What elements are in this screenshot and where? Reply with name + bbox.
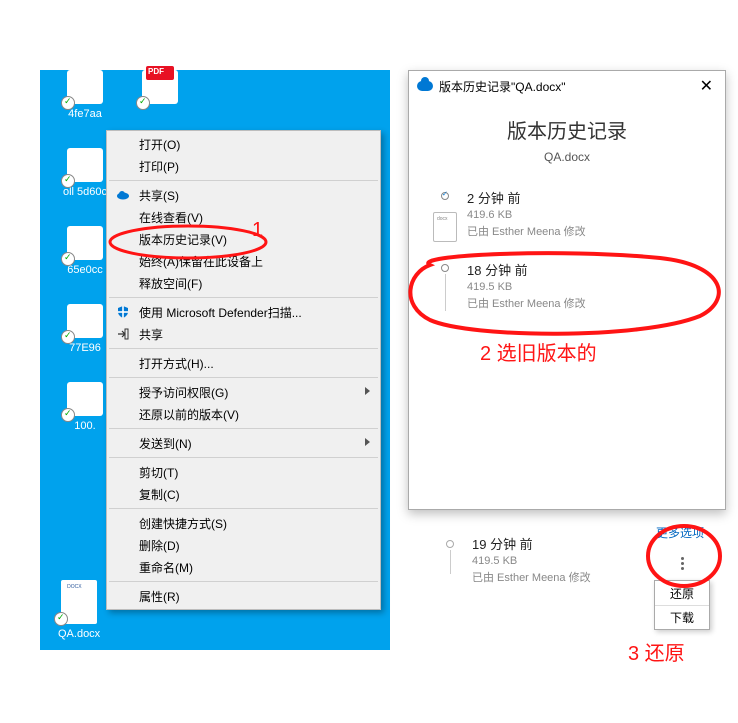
ctx-free-space[interactable]: 释放空间(F) [107, 272, 380, 294]
version-size: 419.5 KB [472, 555, 591, 567]
ctx-grant-access[interactable]: 授予访问权限(G) [107, 381, 380, 403]
menu-label: 打开方式(H)... [139, 355, 214, 372]
menu-label: 创建快捷方式(S) [139, 515, 227, 532]
file-label: 65e0cc [67, 264, 102, 276]
ctx-share2[interactable]: 共享 [107, 323, 380, 345]
menu-label: 属性(R) [139, 588, 180, 605]
menu-label: 删除(D) [139, 537, 180, 554]
separator [109, 297, 378, 298]
version-row-current[interactable]: 2 分钟 前 419.6 KB 已由 Esther Meena 修改 [409, 180, 725, 252]
timeline-dot-icon [446, 540, 454, 548]
version-action-menu: 还原 下载 [654, 580, 710, 630]
ctx-delete[interactable]: 删除(D) [107, 534, 380, 556]
ctx-version-history[interactable]: 版本历史记录(V) [107, 228, 380, 250]
ctx-create-shortcut[interactable]: 创建快捷方式(S) [107, 512, 380, 534]
ctx-properties[interactable]: 属性(R) [107, 585, 380, 607]
ctx-share[interactable]: 共享(S) [107, 184, 380, 206]
more-options-button[interactable] [666, 548, 698, 578]
version-history-panel: 版本历史记录"QA.docx" ✕ 版本历史记录 QA.docx 2 分钟 前 … [408, 70, 726, 510]
ctx-open[interactable]: 打开(O) [107, 133, 380, 155]
menu-label: 剪切(T) [139, 464, 178, 481]
chevron-right-icon [365, 387, 370, 395]
menu-label: 共享 [139, 326, 163, 343]
chevron-right-icon [365, 438, 370, 446]
timeline-dot-icon [441, 264, 449, 272]
menu-label: 授予访问权限(G) [139, 384, 228, 401]
menu-label: 重命名(M) [139, 559, 193, 576]
ctx-view-online[interactable]: 在线查看(V) [107, 206, 380, 228]
pdf-file-icon[interactable] [135, 70, 185, 110]
timeline-line [445, 274, 446, 311]
ctx-print[interactable]: 打印(P) [107, 155, 380, 177]
file-label: 77E96 [69, 342, 101, 354]
desktop-file-icon[interactable]: 4fe7aa [55, 70, 115, 120]
onedrive-icon [417, 81, 433, 91]
version-time: 18 分钟 前 [467, 260, 711, 279]
cloud-icon [115, 187, 131, 203]
ctx-open-with[interactable]: 打开方式(H)... [107, 352, 380, 374]
version-row-old[interactable]: 18 分钟 前 419.5 KB 已由 Esther Meena 修改 [409, 252, 725, 321]
separator [109, 457, 378, 458]
menu-label: 释放空间(F) [139, 275, 202, 292]
ctx-previous-versions[interactable]: 还原以前的版本(V) [107, 403, 380, 425]
restore-button[interactable]: 还原 [655, 581, 709, 605]
version-time: 19 分钟 前 [472, 534, 591, 553]
file-label: QA.docx [58, 628, 100, 640]
separator [109, 581, 378, 582]
share-icon [115, 326, 131, 342]
version-author: 已由 Esther Meena 修改 [472, 569, 591, 585]
separator [109, 428, 378, 429]
timeline-line [450, 550, 451, 574]
window-title: 版本历史记录"QA.docx" [439, 78, 696, 95]
desktop: 4fe7aa oll 5d60c 65e0cc 77E96 100. QA.do… [40, 70, 390, 650]
ctx-rename[interactable]: 重命名(M) [107, 556, 380, 578]
menu-label: 复制(C) [139, 486, 180, 503]
panel-header: 版本历史记录"QA.docx" ✕ [409, 71, 725, 101]
vertical-dots-icon [681, 556, 684, 571]
docx-icon [433, 212, 457, 242]
annotation-3: 3 还原 [628, 642, 685, 665]
menu-label: 版本历史记录(V) [139, 231, 227, 248]
menu-label: 打开(O) [139, 136, 180, 153]
version-author: 已由 Esther Meena 修改 [467, 223, 711, 239]
timeline-dot-icon [441, 192, 449, 200]
separator [109, 180, 378, 181]
panel-filename: QA.docx [409, 150, 725, 164]
menu-label: 还原以前的版本(V) [139, 406, 239, 423]
separator [109, 348, 378, 349]
menu-label: 共享(S) [139, 187, 179, 204]
separator [109, 377, 378, 378]
ctx-defender-scan[interactable]: 使用 Microsoft Defender扫描... [107, 301, 380, 323]
version-author: 已由 Esther Meena 修改 [467, 295, 711, 311]
separator [109, 508, 378, 509]
qa-docx-file[interactable]: QA.docx [58, 580, 100, 640]
menu-label: 使用 Microsoft Defender扫描... [139, 304, 302, 321]
file-label: 100. [74, 420, 95, 432]
close-button[interactable]: ✕ [696, 76, 717, 96]
ctx-send-to[interactable]: 发送到(N) [107, 432, 380, 454]
context-menu: 打开(O) 打印(P) 共享(S) 在线查看(V) 版本历史记录(V) 始终(A… [106, 130, 381, 610]
ctx-cut[interactable]: 剪切(T) [107, 461, 380, 483]
menu-label: 发送到(N) [139, 435, 192, 452]
menu-label: 在线查看(V) [139, 209, 203, 226]
version-size: 419.5 KB [467, 281, 711, 293]
panel-heading: 版本历史记录 [409, 115, 725, 144]
ctx-copy[interactable]: 复制(C) [107, 483, 380, 505]
menu-label: 始终(A)保留在此设备上 [139, 253, 263, 270]
more-options-link[interactable]: 更多选项 [656, 524, 704, 541]
menu-label: 打印(P) [139, 158, 179, 175]
shield-icon [115, 304, 131, 320]
download-button[interactable]: 下载 [655, 605, 709, 629]
version-time: 2 分钟 前 [467, 188, 711, 207]
version-size: 419.6 KB [467, 209, 711, 221]
ctx-always-keep[interactable]: 始终(A)保留在此设备上 [107, 250, 380, 272]
file-label: 4fe7aa [68, 108, 102, 120]
